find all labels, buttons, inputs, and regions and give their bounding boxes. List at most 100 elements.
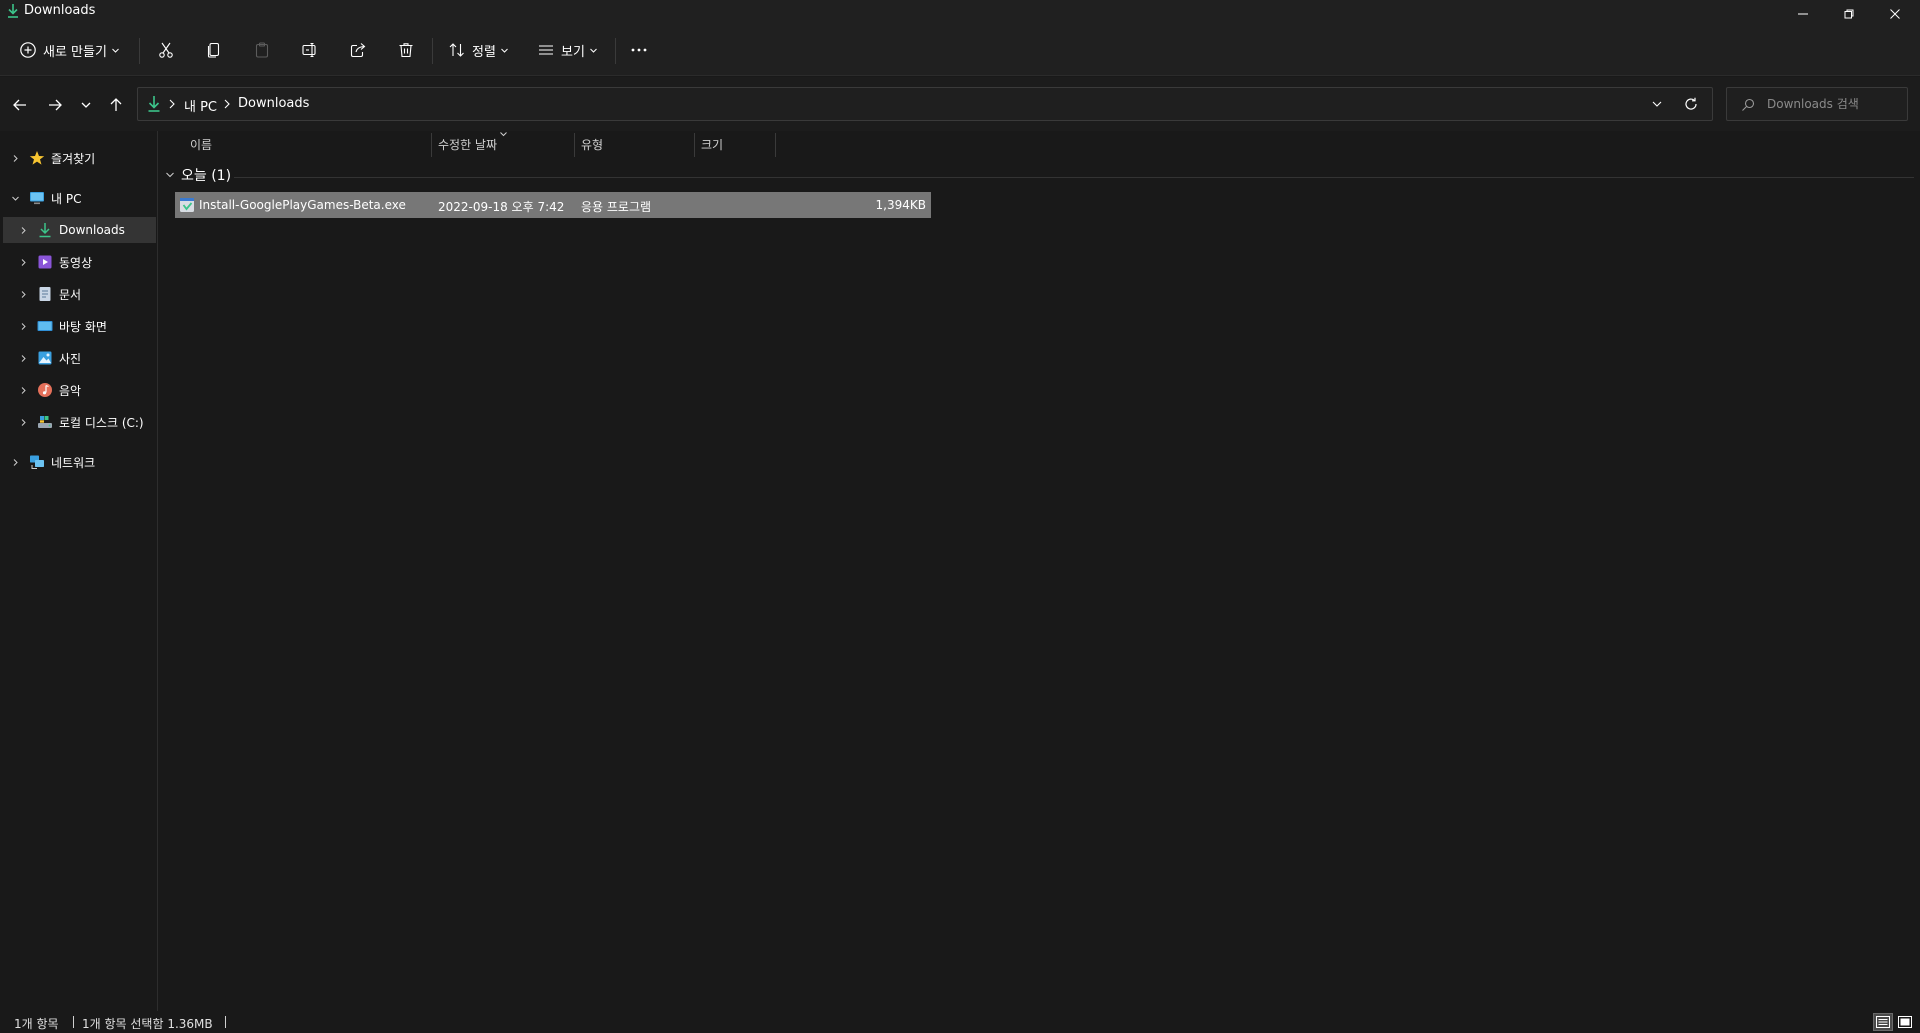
download-icon — [8, 4, 18, 18]
column-divider[interactable] — [694, 133, 695, 157]
file-size: 1,394KB — [875, 198, 926, 212]
picture-icon — [38, 351, 52, 365]
cut-button[interactable] — [157, 36, 175, 64]
group-collapse-icon[interactable] — [165, 170, 175, 180]
column-divider[interactable] — [574, 133, 575, 157]
toolbar-divider — [139, 38, 140, 64]
chevron-down-icon — [112, 48, 119, 53]
search-box[interactable] — [1726, 87, 1908, 121]
sidebar-item-pictures[interactable]: 사진 — [3, 345, 156, 371]
sidebar-item-label: 네트워크 — [51, 455, 96, 470]
installer-icon — [180, 198, 194, 212]
item-count: 1개 항목 — [14, 1017, 59, 1031]
download-icon — [148, 96, 160, 112]
close-icon — [1890, 9, 1900, 19]
restore-icon — [1844, 9, 1854, 19]
download-icon — [39, 223, 51, 238]
sidebar-item-videos[interactable]: 동영상 — [3, 249, 156, 275]
file-modified: 2022-09-18 오후 7:42 — [438, 200, 565, 214]
chevron-down-icon — [590, 48, 597, 53]
file-type: 응용 프로그램 — [581, 200, 652, 214]
sidebar-item-label: 음악 — [59, 383, 82, 398]
column-header-modified[interactable]: 수정한 날짜 — [438, 131, 578, 157]
computer-icon — [30, 192, 44, 205]
new-button[interactable]: 새로 만들기 — [19, 36, 120, 64]
refresh-icon[interactable] — [1684, 97, 1698, 111]
chevron-right-icon — [21, 226, 26, 234]
rename-icon — [302, 42, 316, 58]
status-divider — [225, 1016, 226, 1028]
copy-button[interactable] — [205, 36, 223, 64]
column-header-label: 수정한 날짜 — [438, 137, 498, 152]
chevron-down-icon — [81, 102, 91, 108]
group-header-today[interactable]: 오늘 (1) — [181, 165, 231, 185]
sidebar-item-network[interactable]: 네트워크 — [3, 449, 156, 475]
column-header-label: 유형 — [581, 137, 604, 152]
search-input[interactable] — [1767, 95, 1903, 113]
share-button[interactable] — [349, 36, 367, 64]
details-view-icon — [1876, 1016, 1890, 1028]
more-icon — [631, 48, 647, 52]
rename-button[interactable] — [301, 36, 319, 64]
address-bar[interactable]: 내 PC Downloads — [137, 87, 1713, 121]
status-bar: 1개 항목 1개 항목 선택함 1.36MB — [0, 1011, 1920, 1033]
chevron-right-icon — [13, 154, 18, 162]
sort-button[interactable]: 정렬 — [448, 36, 509, 64]
column-divider[interactable] — [775, 133, 776, 157]
details-view-button[interactable] — [1873, 1013, 1893, 1031]
title-bar: Downloads — [0, 0, 1920, 24]
column-header-type[interactable]: 유형 — [581, 131, 691, 157]
forward-button[interactable] — [41, 91, 69, 119]
recent-locations-button[interactable] — [72, 91, 100, 119]
selection-info: 1개 항목 선택함 1.36MB — [82, 1017, 213, 1031]
sidebar-item-this-pc[interactable]: 내 PC — [3, 185, 156, 211]
file-name: Install-GooglePlayGames-Beta.exe — [199, 198, 406, 212]
sidebar-item-downloads[interactable]: Downloads — [3, 217, 156, 243]
search-icon — [1742, 98, 1755, 111]
sort-button-label: 정렬 — [472, 44, 496, 60]
list-view-icon — [539, 45, 553, 55]
chevron-right-icon — [224, 99, 230, 109]
view-button[interactable]: 보기 — [537, 36, 598, 64]
sidebar-item-local-disk[interactable]: 로컬 디스크 (C:) — [3, 409, 156, 435]
trash-icon — [399, 43, 413, 58]
toolbar-divider — [432, 38, 433, 64]
chevron-right-icon — [21, 290, 26, 298]
desktop-icon — [37, 321, 53, 331]
sidebar-item-label: 문서 — [59, 287, 82, 302]
sidebar-item-desktop[interactable]: 바탕 화면 — [3, 313, 156, 339]
back-button[interactable] — [6, 91, 34, 119]
minimize-icon — [1798, 13, 1808, 15]
chevron-down-icon[interactable] — [1651, 98, 1663, 110]
delete-button[interactable] — [397, 36, 415, 64]
sidebar-item-music[interactable]: 음악 — [3, 377, 156, 403]
video-icon — [38, 255, 52, 269]
toolbar-divider — [615, 38, 616, 64]
chevron-right-icon — [21, 258, 26, 266]
file-list-pane: 이름 수정한 날짜 유형 크기 오늘 (1) Install-GooglePla… — [160, 131, 1920, 1011]
sidebar-item-label: 즐겨찾기 — [51, 151, 96, 166]
sidebar-item-label: 사진 — [59, 351, 82, 366]
file-row[interactable]: Install-GooglePlayGames-Beta.exe 2022-09… — [175, 192, 931, 218]
view-button-label: 보기 — [561, 44, 585, 60]
breadcrumb-this-pc[interactable]: 내 PC — [184, 96, 217, 115]
tiles-view-button[interactable] — [1895, 1013, 1915, 1031]
copy-icon — [207, 42, 220, 58]
tiles-view-icon — [1898, 1016, 1912, 1028]
plus-circle-icon — [20, 42, 36, 58]
sidebar-item-label: 동영상 — [59, 255, 93, 270]
up-button[interactable] — [102, 91, 130, 119]
new-button-label: 새로 만들기 — [43, 44, 107, 60]
arrow-right-icon — [49, 99, 62, 111]
more-options-button[interactable] — [630, 36, 648, 64]
sidebar-item-favorites[interactable]: 즐겨찾기 — [3, 145, 156, 171]
column-header-size[interactable]: 크기 — [701, 131, 781, 157]
column-header-label: 크기 — [701, 137, 724, 152]
navigation-pane: 즐겨찾기 내 PC Downloads 동영상 문서 바탕 화면 사진 음악 로… — [0, 131, 158, 1011]
paste-button[interactable] — [253, 36, 271, 64]
column-divider[interactable] — [431, 133, 432, 157]
breadcrumb-downloads[interactable]: Downloads — [238, 96, 309, 111]
sidebar-item-documents[interactable]: 문서 — [3, 281, 156, 307]
chevron-right-icon — [169, 99, 175, 109]
chevron-right-icon — [21, 418, 26, 426]
